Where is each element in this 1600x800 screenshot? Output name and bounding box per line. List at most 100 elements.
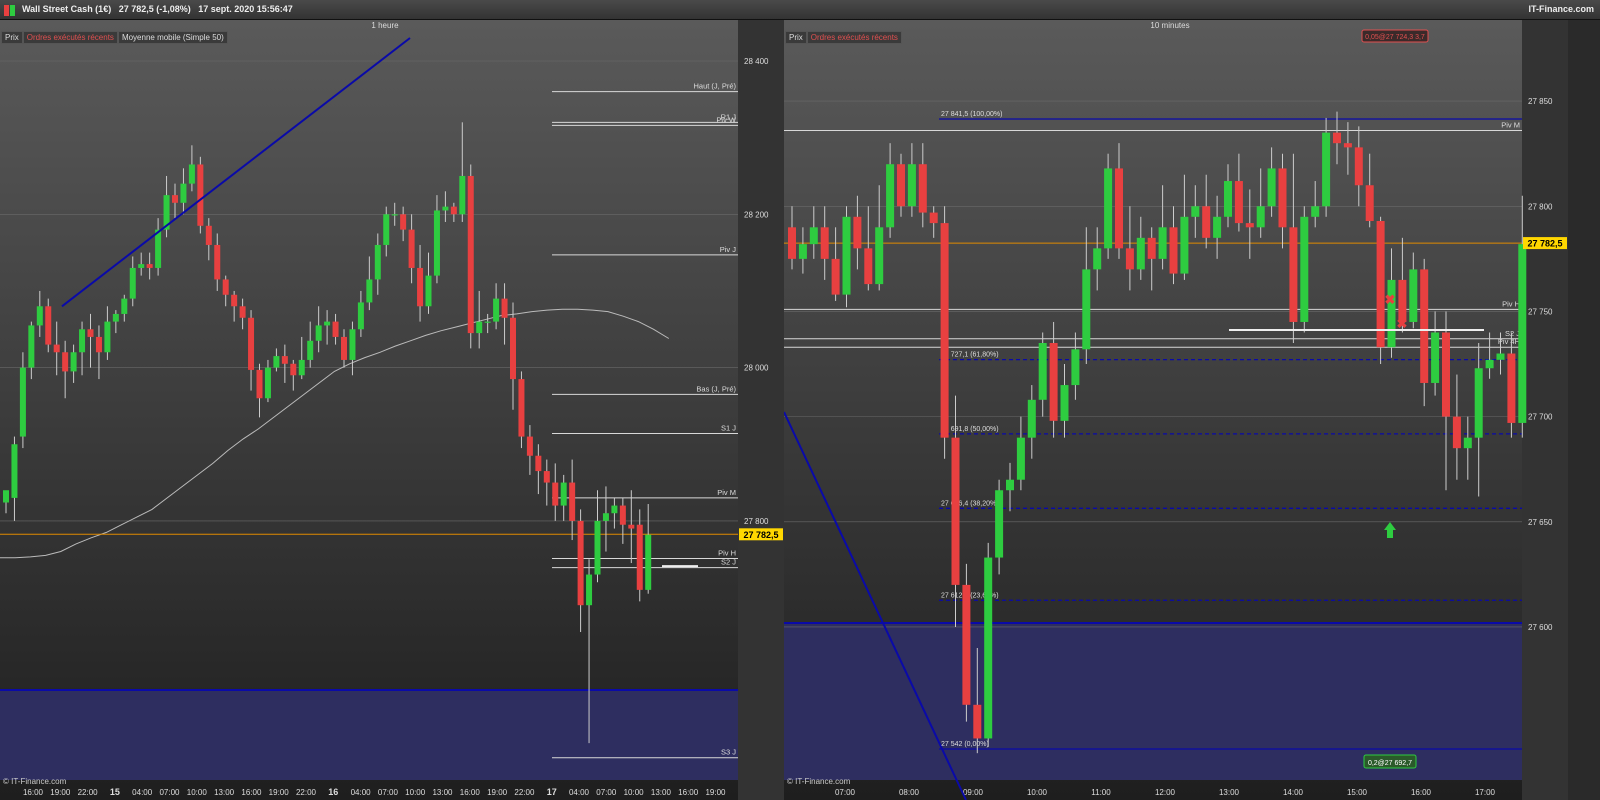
tab-prix[interactable]: Prix (785, 31, 807, 44)
chart-title: 1 heure (371, 21, 399, 30)
tab-recent-orders[interactable]: Ordres exécutés récents (22, 31, 118, 44)
chart-1h-canvas[interactable]: 28 400 28 200 28 000 27 800 16:00 19:00 22:00 1… (0, 20, 784, 800)
x-tick-label: 13:00 (432, 788, 453, 797)
candle-body (1136, 237, 1145, 270)
candle-body (1060, 385, 1069, 421)
candle-body (417, 267, 424, 307)
candle-body (290, 363, 297, 376)
candle-body (1518, 244, 1527, 423)
x-tick-label: 22:00 (78, 788, 99, 797)
pivot-level-label: S1 J (721, 424, 736, 433)
candle-body (197, 164, 204, 226)
candle-body (897, 164, 905, 207)
candle-body (962, 584, 971, 705)
pivot-level-label: Haut (J, Pré) (693, 82, 736, 91)
x-tick-label: 22:00 (514, 788, 535, 797)
x-tick-label: 07:00 (378, 788, 399, 797)
chart-panel-10m[interactable]: 27 850 27 800 27 750 27 700 27 650 27 600 07:0… (784, 20, 1600, 800)
y-tick-label: 27 850 (1528, 97, 1553, 106)
candle-body (248, 317, 255, 370)
tab-recent-orders[interactable]: Ordres exécutés récents (806, 31, 902, 44)
candle-body (1158, 227, 1167, 259)
candle-body (146, 264, 153, 268)
x-tick-label: 14:00 (1283, 788, 1304, 797)
candle-body (842, 216, 851, 295)
y-tick-label: 27 700 (1528, 413, 1553, 422)
candle-body (1300, 216, 1309, 322)
fibonacci-label: 27 727,1 (61,80%) (941, 352, 999, 359)
copyright: © IT-Finance.com (787, 777, 851, 786)
candle-body (788, 227, 796, 259)
candle-body (79, 329, 86, 353)
candle-body (1147, 237, 1156, 259)
fibonacci-label: 27 656,4 (38,20%) (941, 500, 999, 507)
x-tick-label: 17:00 (1475, 788, 1496, 797)
candle-body (45, 306, 52, 345)
candle-body (501, 298, 508, 318)
candle-body (1289, 227, 1298, 322)
chart-tabs: Prix Ordres exécutés récents (785, 31, 902, 44)
candle-body (366, 279, 373, 303)
candle-body (951, 437, 960, 585)
pivot-level-label: Piv H (718, 548, 736, 557)
chart-panel-1h[interactable]: 28 400 28 200 28 000 27 800 16:00 19:00 22:00 1… (0, 20, 784, 800)
candle-body (875, 227, 884, 285)
candle-body (1387, 279, 1396, 348)
price-axis-background (1522, 20, 1568, 800)
window-title-bar: Wall Street Cash (1€) 27 782,5 (-1,08%) … (0, 0, 1600, 20)
x-tick-label: 11:00 (1091, 788, 1111, 797)
candle-body (995, 490, 1004, 558)
candle-body (188, 164, 195, 184)
candle-body (298, 359, 305, 376)
candle-body (1463, 437, 1472, 449)
candle-body (984, 557, 993, 739)
candle-body (543, 471, 550, 483)
pivot-level-label: Piv 4H (1498, 337, 1520, 346)
order-label-bottom: 0,2@27 692,7 (1368, 760, 1412, 767)
x-tick-label: 10:00 (1027, 788, 1048, 797)
candle-body (476, 321, 483, 334)
candle-body (1354, 147, 1363, 186)
candle-body (281, 356, 288, 364)
candle-body (1027, 399, 1036, 438)
candle-body (222, 279, 229, 295)
candle-body (1256, 206, 1265, 228)
candle-body (408, 229, 415, 268)
candle-body (1016, 437, 1025, 480)
x-tick-label: 10:00 (624, 788, 645, 797)
sell-signal-icon: ✖ (1397, 316, 1408, 331)
candle-body (586, 574, 593, 606)
candle-body (214, 244, 221, 280)
x-tick-label: 04:00 (569, 788, 590, 797)
candle-body (1431, 332, 1440, 383)
fibonacci-label: 27 691,8 (50,00%) (941, 426, 999, 433)
candle-body (918, 164, 927, 213)
candle-body (577, 520, 584, 606)
tab-prix[interactable]: Prix (1, 31, 23, 44)
y-tick-label: 27 800 (744, 517, 769, 526)
current-price-label: 27 782,5 (1527, 239, 1562, 249)
candle-body (391, 214, 398, 216)
candle-body (11, 444, 18, 498)
candle-body (450, 206, 457, 215)
pivot-level-label: Piv M (1501, 121, 1520, 130)
tab-moving-average[interactable]: Moyenne mobile (Simple 50) (117, 31, 228, 44)
x-tick-label: 19:00 (269, 788, 290, 797)
candle-body (264, 367, 271, 399)
candle-body (820, 227, 829, 259)
candle-body (853, 216, 862, 249)
price-axis-background (738, 20, 784, 800)
candle-body (886, 164, 895, 228)
x-tick-label: 04:00 (132, 788, 153, 797)
x-tick-label: 08:00 (899, 788, 920, 797)
candle-body (459, 175, 466, 215)
candle-body (95, 336, 102, 353)
chart-10m-canvas[interactable]: 27 850 27 800 27 750 27 700 27 650 27 600 07:0… (784, 20, 1600, 800)
x-tick-label: 10:00 (187, 788, 208, 797)
x-tick-label: 09:00 (963, 788, 984, 797)
brand-label[interactable]: IT-Finance.com (1528, 4, 1594, 14)
candle-body (940, 223, 949, 438)
x-tick-label: 22:00 (296, 788, 317, 797)
x-tick-label: 16:00 (1411, 788, 1432, 797)
y-tick-label: 27 650 (1528, 518, 1553, 527)
